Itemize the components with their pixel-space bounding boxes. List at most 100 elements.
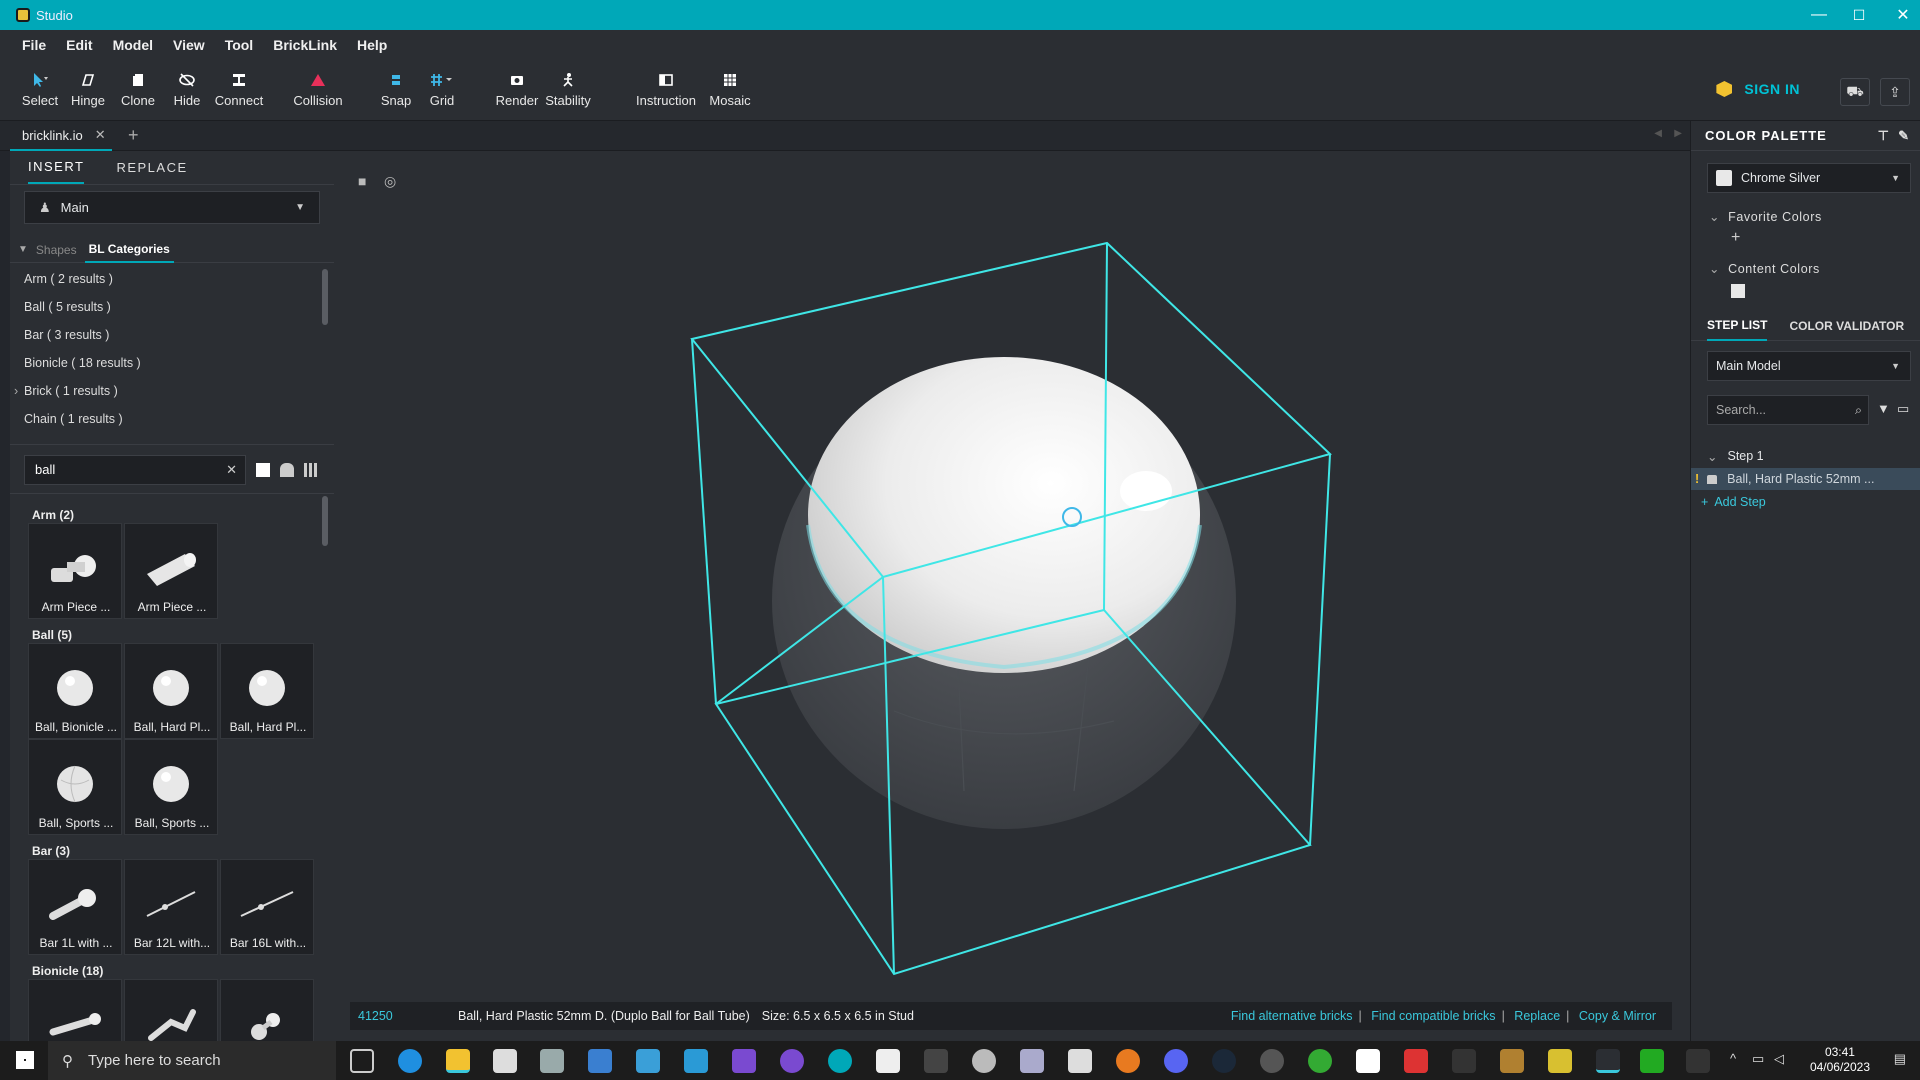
- task-view-icon[interactable]: [350, 1049, 374, 1073]
- tab-left-arrow-icon[interactable]: ◀: [1654, 128, 1662, 139]
- search-icon[interactable]: ⌕: [1855, 396, 1862, 424]
- close-tab-icon[interactable]: ✕: [95, 127, 106, 143]
- steam-icon[interactable]: [1212, 1049, 1236, 1073]
- content-color-swatch[interactable]: [1731, 284, 1745, 298]
- upload-button[interactable]: ⇪: [1880, 78, 1910, 106]
- app-icon[interactable]: [1020, 1049, 1044, 1073]
- category-item[interactable]: Arm ( 2 results ): [10, 265, 326, 293]
- app-icon[interactable]: [1548, 1049, 1572, 1073]
- close-button[interactable]: ✕: [1880, 0, 1920, 30]
- xbox-icon[interactable]: [1308, 1049, 1332, 1073]
- studio-taskbar-icon[interactable]: [1596, 1049, 1620, 1073]
- obs-icon[interactable]: [1260, 1049, 1284, 1073]
- windows-start-icon[interactable]: [16, 1051, 34, 1069]
- tab-shapes[interactable]: Shapes: [36, 243, 77, 257]
- app-icon[interactable]: [588, 1049, 612, 1073]
- hide-tool-button[interactable]: Hide: [157, 69, 217, 108]
- app-icon[interactable]: [540, 1049, 564, 1073]
- tab-step-list[interactable]: STEP LIST: [1707, 311, 1768, 341]
- store-icon[interactable]: [493, 1049, 517, 1073]
- category-item[interactable]: Ball ( 5 results ): [10, 293, 326, 321]
- category-item-brick[interactable]: › Brick ( 1 results ): [10, 377, 326, 405]
- part-tile[interactable]: [28, 979, 122, 1041]
- color-select[interactable]: Chrome Silver ▼: [1707, 163, 1911, 193]
- large-tile-view-icon[interactable]: [256, 463, 270, 477]
- app-icon[interactable]: [1404, 1049, 1428, 1073]
- part-shape-view-icon[interactable]: [280, 463, 294, 477]
- app-icon[interactable]: [1068, 1049, 1092, 1073]
- blender-icon[interactable]: [1116, 1049, 1140, 1073]
- network-icon[interactable]: ▭: [1752, 1051, 1764, 1067]
- category-item[interactable]: Bar ( 3 results ): [10, 321, 326, 349]
- find-compatible-link[interactable]: Find compatible bricks: [1371, 1009, 1495, 1023]
- model-select[interactable]: Main Model ▼: [1707, 351, 1911, 381]
- visual-studio-icon[interactable]: [1686, 1049, 1710, 1073]
- add-step-button[interactable]: + Add Step: [1691, 491, 1920, 513]
- taskbar-search-input[interactable]: ⚲ Type here to search: [48, 1041, 336, 1080]
- tab-insert[interactable]: INSERT: [28, 151, 85, 184]
- part-tile[interactable]: Arm Piece ...: [124, 523, 218, 619]
- part-tile[interactable]: Bar 16L with...: [220, 859, 314, 955]
- part-tile[interactable]: Ball, Sports ...: [124, 739, 218, 835]
- app-icon[interactable]: [1452, 1049, 1476, 1073]
- category-item[interactable]: Chain ( 1 results ): [10, 405, 326, 433]
- sign-in-button[interactable]: SIGN IN: [1716, 81, 1800, 97]
- part-tile[interactable]: Arm Piece ...: [28, 523, 122, 619]
- file-explorer-icon[interactable]: [446, 1049, 470, 1073]
- part-tile[interactable]: Bar 1L with ...: [28, 859, 122, 955]
- tab-replace[interactable]: REPLACE: [116, 152, 187, 183]
- grid-tool-button[interactable]: Grid: [412, 69, 472, 108]
- discord-icon[interactable]: [1164, 1049, 1188, 1073]
- menu-edit[interactable]: Edit: [66, 37, 92, 53]
- part-tile[interactable]: Bar 12L with...: [124, 859, 218, 955]
- part-tile[interactable]: Ball, Hard Pl...: [124, 643, 218, 739]
- taskbar-clock[interactable]: 03:41 04/06/2023: [1810, 1045, 1870, 1075]
- palette-select[interactable]: ♟ Main ▼: [24, 191, 320, 224]
- menu-help[interactable]: Help: [357, 37, 387, 53]
- collapse-icon[interactable]: ▼: [18, 244, 28, 255]
- notifications-icon[interactable]: ▤: [1894, 1051, 1906, 1067]
- part-search-input[interactable]: ball ✕: [24, 455, 246, 485]
- tab-bricklink-io[interactable]: bricklink.io ✕: [10, 121, 112, 151]
- visual-studio-icon[interactable]: [732, 1049, 756, 1073]
- part-tile[interactable]: Ball, Bionicle ...: [28, 643, 122, 739]
- paint-icon[interactable]: ⊤: [1878, 128, 1890, 144]
- app-icon[interactable]: [636, 1049, 660, 1073]
- duplo-ball-model[interactable]: [772, 357, 1236, 829]
- collision-tool-button[interactable]: Collision: [288, 69, 348, 108]
- tab-bl-categories[interactable]: BL Categories: [84, 237, 174, 263]
- menu-model[interactable]: Model: [113, 37, 153, 53]
- clear-search-icon[interactable]: ✕: [226, 456, 237, 484]
- favorite-colors-section[interactable]: ⌄ Favorite Colors: [1709, 209, 1822, 224]
- content-colors-section[interactable]: ⌄ Content Colors: [1709, 261, 1820, 276]
- cart-button[interactable]: ⛟: [1840, 78, 1870, 106]
- warcraft-icon[interactable]: [1500, 1049, 1524, 1073]
- category-item[interactable]: Bionicle ( 18 results ): [10, 349, 326, 377]
- menu-view[interactable]: View: [173, 37, 205, 53]
- copy-mirror-link[interactable]: Copy & Mirror: [1579, 1009, 1656, 1023]
- part-tile[interactable]: Ball, Hard Pl...: [220, 643, 314, 739]
- tab-color-validator[interactable]: COLOR VALIDATOR: [1789, 312, 1904, 340]
- connect-tool-button[interactable]: Connect: [209, 69, 269, 108]
- step-row[interactable]: ⌄ Step 1: [1691, 445, 1920, 467]
- menu-bricklink[interactable]: BrickLink: [273, 37, 337, 53]
- app-icon[interactable]: [1640, 1049, 1664, 1073]
- edge-icon[interactable]: [398, 1049, 422, 1073]
- small-grid-view-icon[interactable]: [304, 463, 318, 477]
- tab-right-arrow-icon[interactable]: ▶: [1674, 128, 1682, 139]
- replace-link[interactable]: Replace: [1514, 1009, 1560, 1023]
- eyedropper-icon[interactable]: ✎: [1898, 128, 1910, 144]
- app-icon[interactable]: [876, 1049, 900, 1073]
- mosaic-tool-button[interactable]: Mosaic: [700, 69, 760, 108]
- instruction-tool-button[interactable]: Instruction: [628, 69, 704, 108]
- vscode-icon[interactable]: [684, 1049, 708, 1073]
- 3d-viewport[interactable]: ■ ◎: [334, 151, 1690, 1041]
- filter-icon[interactable]: ▼: [1877, 401, 1890, 416]
- menu-tool[interactable]: Tool: [225, 37, 254, 53]
- app-icon[interactable]: [1356, 1049, 1380, 1073]
- part-tile[interactable]: [124, 979, 218, 1041]
- part-tile[interactable]: [220, 979, 314, 1041]
- menu-file[interactable]: File: [22, 37, 46, 53]
- step-search-input[interactable]: Search... ⌕: [1707, 395, 1869, 425]
- github-icon[interactable]: [780, 1049, 804, 1073]
